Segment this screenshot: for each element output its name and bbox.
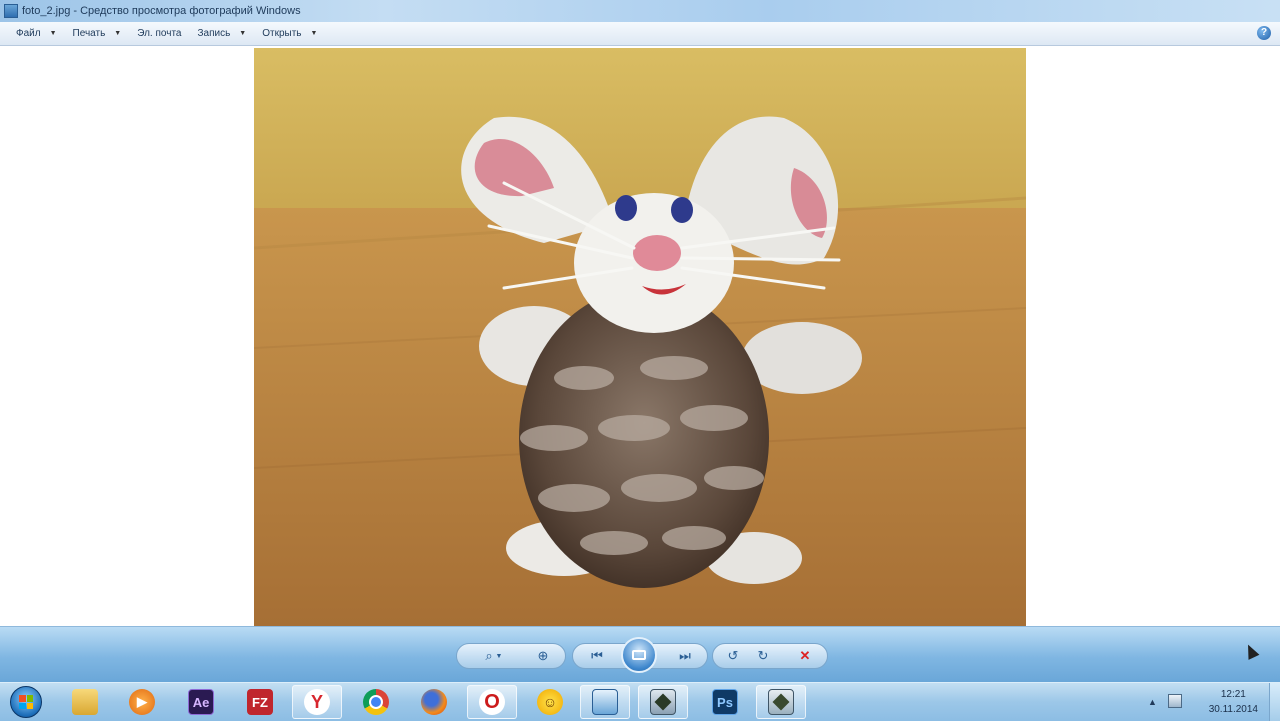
show-desktop-button[interactable] <box>1269 683 1280 721</box>
start-button[interactable] <box>10 686 42 718</box>
taskbar-item-game-app[interactable] <box>756 685 806 719</box>
taskbar-item-emoji-app[interactable]: ☺ <box>525 685 575 719</box>
taskbar-item-slides-app[interactable] <box>638 685 688 719</box>
filezilla-icon: FZ <box>247 689 273 715</box>
menu-open-label: Открыть <box>262 28 302 39</box>
fit-to-window-icon[interactable]: ⊕ <box>531 644 555 668</box>
displayed-photo <box>254 48 1026 626</box>
opera-icon: O <box>479 689 505 715</box>
slides-icon <box>650 689 676 715</box>
menu-file-label: Файл <box>16 28 41 39</box>
windows-logo-icon <box>19 695 33 709</box>
taskbar-item-photo-viewer[interactable] <box>580 685 630 719</box>
menu-file[interactable]: Файл ▼ <box>16 28 57 39</box>
yandex-browser-icon: Y <box>304 689 330 715</box>
next-icon[interactable]: ⏭ <box>673 644 697 668</box>
menu-burn-label: Запись <box>197 28 231 39</box>
window-title: foto_2.jpg - Средство просмотра фотограф… <box>22 5 301 17</box>
rotate-right-icon[interactable]: ↻ <box>751 644 775 668</box>
clock-date: 30.11.2014 <box>1208 704 1258 715</box>
menu-bar: Файл ▼ Печать ▼ Эл. почта Запись ▼ Откры… <box>0 22 1280 46</box>
network-icon[interactable] <box>1168 694 1182 708</box>
bunny-pinecone-photo <box>254 48 1026 626</box>
photoshop-icon: Ps <box>712 689 738 715</box>
taskbar-item-filezilla[interactable]: FZ <box>235 685 285 719</box>
chevron-down-icon: ▼ <box>310 30 318 37</box>
smiley-icon: ☺ <box>537 689 563 715</box>
viewer-controls-bar: ⌕ ▼ ⊕ ⏮ ⏭ ↺ ↻ ✕ <box>0 626 1280 683</box>
taskbar-item-yandex-browser[interactable]: Y <box>292 685 342 719</box>
game-icon <box>768 689 794 715</box>
media-player-icon: ▶ <box>129 689 155 715</box>
slideshow-button[interactable] <box>621 637 657 673</box>
chevron-down-icon: ▼ <box>239 30 247 37</box>
help-button[interactable]: ? <box>1257 26 1271 40</box>
title-bar: foto_2.jpg - Средство просмотра фотограф… <box>0 0 1280 22</box>
after-effects-icon: Ae <box>188 689 214 715</box>
zoom-dropdown-chevron-icon[interactable]: ▼ <box>493 644 505 668</box>
folder-icon <box>72 689 98 715</box>
menu-email-label: Эл. почта <box>137 28 182 39</box>
menu-print-label: Печать <box>72 28 106 39</box>
clock-time: 12:21 <box>1220 689 1246 700</box>
chrome-icon <box>363 689 389 715</box>
taskbar: ▶ Ae FZ Y O ☺ Ps ▲ 12:21 30.11.2014 <box>0 682 1280 721</box>
taskbar-item-after-effects[interactable]: Ae <box>176 685 226 719</box>
firefox-icon <box>421 689 447 715</box>
taskbar-item-opera[interactable]: O <box>467 685 517 719</box>
taskbar-item-firefox[interactable] <box>409 685 459 719</box>
menu-open[interactable]: Открыть ▼ <box>262 28 317 39</box>
taskbar-item-chrome[interactable] <box>351 685 401 719</box>
taskbar-item-photoshop[interactable]: Ps <box>700 685 750 719</box>
taskbar-item-explorer[interactable] <box>60 685 110 719</box>
delete-icon[interactable]: ✕ <box>793 644 817 668</box>
previous-icon[interactable]: ⏮ <box>585 644 609 668</box>
zoom-fit-group: ⌕ ▼ ⊕ <box>456 643 566 669</box>
chevron-down-icon: ▼ <box>114 30 122 37</box>
photo-viewer-icon <box>592 689 618 715</box>
menu-print[interactable]: Печать ▼ <box>73 28 122 39</box>
rotate-delete-group: ↺ ↻ ✕ <box>712 643 828 669</box>
clock[interactable]: 12:21 30.11.2014 <box>1209 687 1258 717</box>
show-hidden-icons-icon[interactable]: ▲ <box>1148 697 1157 707</box>
menu-email[interactable]: Эл. почта <box>137 28 181 39</box>
menu-burn[interactable]: Запись ▼ <box>197 28 246 39</box>
system-tray: ▲ 12:21 30.11.2014 <box>1140 683 1280 721</box>
taskbar-item-media-player[interactable]: ▶ <box>117 685 167 719</box>
rotate-left-icon[interactable]: ↺ <box>721 644 745 668</box>
photo-viewer-app-icon <box>4 4 18 18</box>
slideshow-icon <box>632 650 646 660</box>
chevron-down-icon: ▼ <box>49 30 57 37</box>
